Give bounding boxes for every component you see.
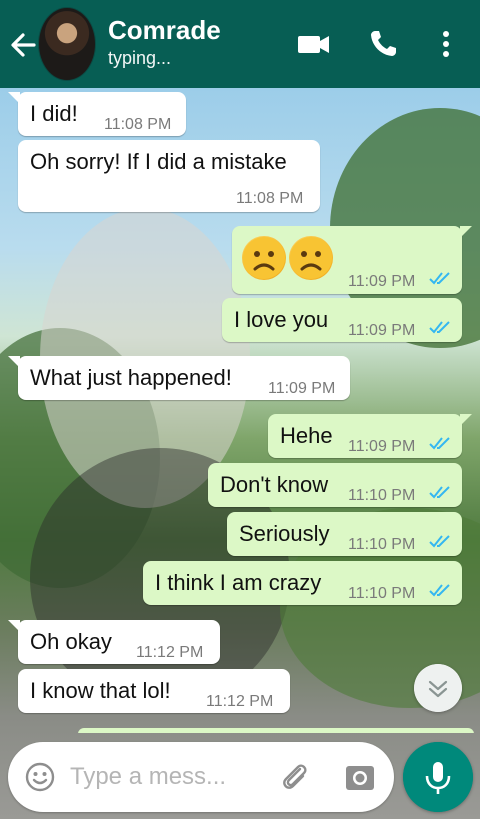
composer xyxy=(8,742,394,812)
message-text: Don't know xyxy=(220,472,329,497)
contact-status: typing... xyxy=(108,48,172,68)
bubble-tail xyxy=(460,226,472,238)
message-incoming[interactable]: Oh okay 11:12 PM xyxy=(8,620,220,664)
message-text: Oh sorry! If I did a mistake xyxy=(30,149,287,174)
message-list[interactable]: I did! 11:08 PM Oh sorry! If I did a mis… xyxy=(0,88,480,733)
message-input[interactable] xyxy=(70,760,270,794)
read-ticks-icon xyxy=(429,486,450,499)
bubble-tail xyxy=(8,92,20,104)
camera-icon[interactable] xyxy=(344,762,376,792)
message-text: Hehe xyxy=(280,423,333,448)
read-ticks-icon xyxy=(429,535,450,548)
message-incoming[interactable]: What just happened! 11:09 PM xyxy=(8,356,350,400)
message-text: Oh okay xyxy=(30,629,112,654)
message-time: 11:10 PM xyxy=(348,536,416,553)
message-outgoing[interactable]: Seriously 11:10 PM xyxy=(227,512,462,556)
message-time: 11:12 PM xyxy=(136,644,204,661)
message-time: 11:08 PM xyxy=(236,190,304,207)
message-text: I love you xyxy=(234,307,329,332)
message-time: 11:09 PM xyxy=(268,380,336,397)
bubble-tail xyxy=(460,414,472,426)
scroll-to-bottom-button[interactable] xyxy=(414,664,462,712)
message-time: 11:08 PM xyxy=(104,116,172,133)
contact-info[interactable]: Comrade typing... xyxy=(108,15,221,71)
read-ticks-icon xyxy=(429,437,450,450)
message-incoming[interactable]: I know that lol! 11:12 PM xyxy=(18,669,290,713)
message-time: 11:09 PM xyxy=(348,322,416,339)
message-time: 11:09 PM xyxy=(348,273,416,290)
message-outgoing[interactable]: 11:09 PM xyxy=(232,226,472,294)
worried-face-emoji-icon xyxy=(242,236,286,280)
bubble-tail xyxy=(8,620,20,632)
message-time: 11:10 PM xyxy=(348,585,416,602)
message-incoming[interactable]: I did! 11:08 PM xyxy=(8,92,186,136)
bubble-tail xyxy=(8,356,20,368)
video-call-icon[interactable] xyxy=(296,28,332,60)
message-text: I did! xyxy=(30,101,78,126)
read-ticks-icon xyxy=(429,584,450,597)
message-outgoing[interactable]: Hehe 11:09 PM xyxy=(268,414,472,458)
message-incoming[interactable]: Oh sorry! If I did a mistake 11:08 PM xyxy=(18,140,320,212)
emoji-icon[interactable] xyxy=(24,761,56,793)
back-arrow-icon[interactable] xyxy=(8,28,38,62)
message-outgoing-partial xyxy=(78,728,474,733)
mic-button[interactable] xyxy=(403,742,473,812)
message-text: I think I am crazy xyxy=(155,570,322,595)
more-vert-icon[interactable] xyxy=(430,28,460,60)
attach-icon[interactable] xyxy=(278,760,312,794)
phone-icon[interactable] xyxy=(366,28,402,60)
message-text: I know that lol! xyxy=(30,678,171,703)
message-outgoing[interactable]: I think I am crazy 11:10 PM xyxy=(143,561,462,605)
message-time: 11:09 PM xyxy=(348,438,416,455)
message-text: What just happened! xyxy=(30,365,232,390)
read-ticks-icon xyxy=(429,321,450,334)
worried-face-emoji-icon xyxy=(289,236,333,280)
message-time: 11:10 PM xyxy=(348,487,416,504)
message-outgoing[interactable]: Don't know 11:10 PM xyxy=(208,463,462,507)
message-text: Seriously xyxy=(239,521,330,546)
message-outgoing[interactable]: I love you 11:09 PM xyxy=(222,298,462,342)
chat-header: Comrade typing... xyxy=(0,0,480,88)
read-ticks-icon xyxy=(429,272,450,285)
message-time: 11:12 PM xyxy=(206,693,274,710)
avatar[interactable] xyxy=(38,7,96,81)
contact-name: Comrade xyxy=(108,15,221,45)
